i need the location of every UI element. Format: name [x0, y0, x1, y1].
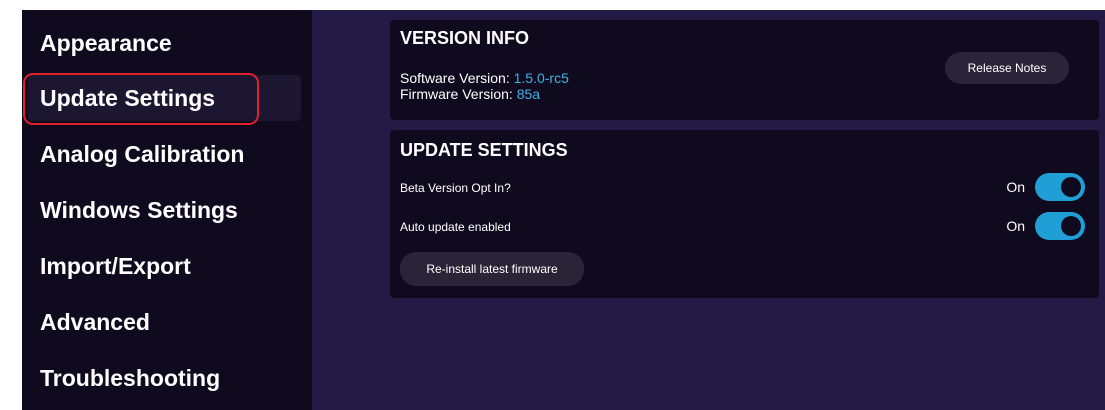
beta-opt-in-control: On — [1006, 173, 1085, 201]
beta-opt-in-toggle[interactable] — [1035, 173, 1085, 201]
sidebar-item-troubleshooting[interactable]: Troubleshooting — [28, 355, 301, 401]
release-notes-button[interactable]: Release Notes — [945, 52, 1069, 84]
sidebar-item-appearance[interactable]: Appearance — [28, 20, 301, 66]
software-version-line: Software Version: 1.5.0-rc5 — [400, 70, 569, 86]
sidebar-item-import-export[interactable]: Import/Export — [28, 243, 301, 289]
update-settings-title: UPDATE SETTINGS — [400, 140, 568, 160]
firmware-version-line: Firmware Version: 85a — [400, 86, 540, 102]
beta-opt-in-label: Beta Version Opt In? — [400, 181, 511, 195]
auto-update-toggle[interactable] — [1035, 212, 1085, 240]
version-info-panel: VERSION INFO Software Version: 1.5.0-rc5… — [390, 20, 1099, 120]
toggle-knob — [1061, 216, 1081, 236]
version-info-title: VERSION INFO — [400, 28, 530, 48]
top-strip — [0, 0, 1105, 10]
sidebar-item-update-settings[interactable]: Update Settings — [28, 75, 301, 121]
app-window: Appearance Update Settings Analog Calibr… — [0, 0, 1105, 410]
beta-opt-in-state: On — [1006, 179, 1025, 195]
firmware-version-label: Firmware Version: — [400, 86, 513, 102]
software-version-value: 1.5.0-rc5 — [513, 70, 569, 86]
auto-update-state: On — [1006, 218, 1025, 234]
toggle-knob — [1061, 177, 1081, 197]
software-version-label: Software Version: — [400, 70, 510, 86]
reinstall-firmware-button[interactable]: Re-install latest firmware — [400, 252, 584, 286]
main-content: VERSION INFO Software Version: 1.5.0-rc5… — [312, 10, 1105, 410]
sidebar: Appearance Update Settings Analog Calibr… — [22, 10, 312, 410]
sidebar-item-windows-settings[interactable]: Windows Settings — [28, 187, 301, 233]
sidebar-item-advanced[interactable]: Advanced — [28, 299, 301, 345]
auto-update-label: Auto update enabled — [400, 220, 511, 234]
update-settings-panel: UPDATE SETTINGS Beta Version Opt In? On … — [390, 130, 1099, 298]
sidebar-item-analog-calibration[interactable]: Analog Calibration — [28, 131, 301, 177]
auto-update-control: On — [1006, 212, 1085, 240]
firmware-version-value: 85a — [516, 86, 541, 102]
